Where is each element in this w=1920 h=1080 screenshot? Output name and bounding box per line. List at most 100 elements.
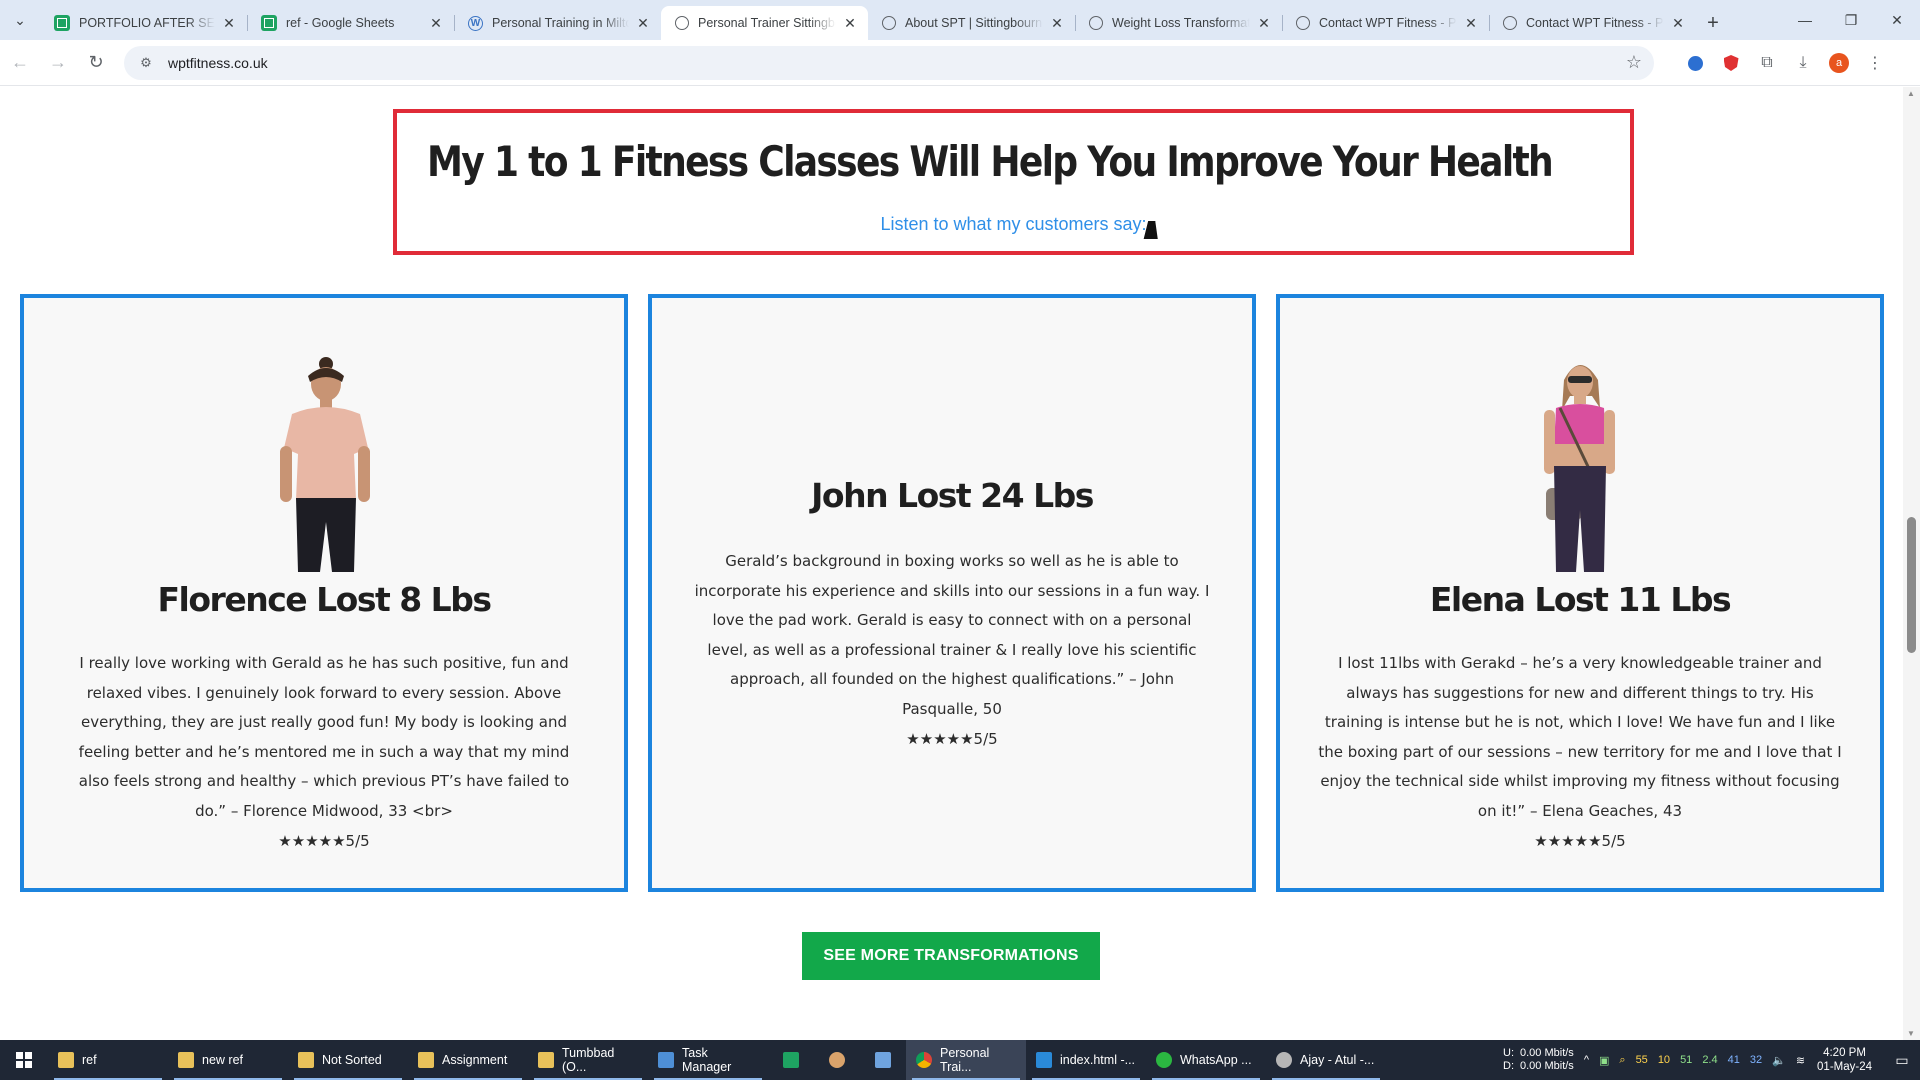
profile-button[interactable]: a <box>1824 48 1854 78</box>
new-tab-button[interactable]: + <box>1696 6 1730 40</box>
wifi-icon[interactable]: ≋ <box>1796 1054 1805 1067</box>
close-icon[interactable]: ✕ <box>635 15 651 32</box>
page-scrollbar[interactable]: ▲ ▼ <box>1903 87 1920 1040</box>
net-download-label: D: <box>1503 1060 1514 1072</box>
plus-icon: + <box>1707 11 1719 34</box>
headline-section: My 1 to 1 Fitness Classes Will Help You … <box>393 109 1634 255</box>
close-icon[interactable]: ✕ <box>1049 15 1065 32</box>
reload-button[interactable]: ↻ <box>78 45 114 81</box>
close-icon[interactable]: ✕ <box>1256 15 1272 32</box>
site-settings-icon[interactable]: ⚙ <box>138 55 154 71</box>
taskbar-item[interactable]: Tumbbad (O... <box>528 1040 648 1080</box>
taskbar-item-active[interactable]: Personal Trai... <box>906 1040 1026 1080</box>
extension-icon <box>1687 55 1703 71</box>
downloads-button[interactable]: ⤓ <box>1788 48 1818 78</box>
tab-title: Personal Trainer Sittingbourne <box>698 16 836 30</box>
extensions-button[interactable]: ⧉ <box>1752 48 1782 78</box>
testimonial-title: John Lost 24 Lbs <box>811 476 1094 515</box>
close-window-button[interactable]: ✕ <box>1874 0 1920 40</box>
network-speed: U: D: 0.00 Mbit/s 0.00 Mbit/s <box>1503 1047 1574 1073</box>
extension-button[interactable] <box>1716 48 1746 78</box>
net-upload-label: U: <box>1503 1047 1514 1059</box>
url-text[interactable]: wptfitness.co.uk <box>168 55 1654 71</box>
tab-title: Contact WPT Fitness - Personal <box>1526 16 1664 30</box>
tray-app-icon[interactable]: ▣ <box>1599 1054 1609 1067</box>
taskbar-item[interactable]: Task Manager <box>648 1040 768 1080</box>
chevron-up-icon[interactable]: ^ <box>1584 1054 1589 1066</box>
taskbar: ref new ref Not Sorted Assignment Tumbba… <box>0 1040 1920 1080</box>
close-icon[interactable]: ✕ <box>221 15 237 32</box>
tab[interactable]: Contact WPT Fitness - Personal ✕ <box>1282 6 1489 40</box>
taskbar-item-label: Assignment <box>442 1053 508 1067</box>
taskbar-item-label: Tumbbad (O... <box>562 1046 615 1074</box>
bookmark-star-icon[interactable]: ☆ <box>1626 52 1642 73</box>
folder-icon <box>58 1052 74 1068</box>
task-manager-icon <box>658 1052 674 1068</box>
tab[interactable]: Weight Loss Transformations ✕ <box>1075 6 1282 40</box>
taskbar-item[interactable]: Not Sorted <box>288 1040 408 1080</box>
taskbar-item-label: index.html -... <box>1060 1053 1136 1067</box>
tab[interactable]: PORTFOLIO AFTER SELLING ✕ <box>40 6 247 40</box>
tab[interactable]: About SPT | Sittingbourne ✕ <box>868 6 1075 40</box>
tab-active[interactable]: Personal Trainer Sittingbourne ✕ <box>661 6 868 40</box>
testimonial-quote: I really love working with Gerald as he … <box>78 654 570 820</box>
search-icon[interactable]: ⌕ <box>1619 1054 1625 1067</box>
close-icon: ✕ <box>1891 11 1903 28</box>
scroll-up-icon[interactable]: ▲ <box>1907 89 1915 98</box>
globe-icon <box>1089 16 1103 30</box>
taskbar-item[interactable]: Assignment <box>408 1040 528 1080</box>
testimonial-card: Florence Lost 8 Lbs I really love workin… <box>20 294 628 892</box>
minimize-icon: — <box>1798 12 1812 28</box>
star-rating: ★★★★★5/5 <box>278 831 370 850</box>
scroll-down-icon[interactable]: ▼ <box>1907 1029 1915 1038</box>
taskbar-item[interactable]: Ajay - Atul -... <box>1266 1040 1386 1080</box>
customer-photo <box>280 357 370 572</box>
see-more-transformations-button[interactable]: SEE MORE TRANSFORMATIONS <box>802 932 1100 980</box>
tray-value: 10 <box>1657 1054 1671 1066</box>
testimonial-card: John Lost 24 Lbs Gerald’s background in … <box>648 294 1256 892</box>
start-button[interactable] <box>0 1040 48 1080</box>
tab[interactable]: ref - Google Sheets ✕ <box>247 6 454 40</box>
taskbar-item[interactable]: index.html -... <box>1026 1040 1146 1080</box>
taskbar-item[interactable] <box>860 1040 906 1080</box>
folder-icon <box>538 1052 554 1068</box>
whatsapp-icon <box>1156 1052 1172 1068</box>
taskbar-item[interactable]: WhatsApp ... <box>1146 1040 1266 1080</box>
restore-button[interactable]: ❐ <box>1828 0 1874 40</box>
tab[interactable]: Contact WPT Fitness - Personal ✕ <box>1489 6 1696 40</box>
arrow-right-icon: → <box>49 52 67 72</box>
forward-button[interactable]: → <box>40 45 76 81</box>
taskbar-item[interactable] <box>768 1040 814 1080</box>
windows-icon <box>16 1052 32 1068</box>
taskbar-item[interactable]: new ref <box>168 1040 288 1080</box>
testimonial-text: Gerald’s background in boxing works so w… <box>690 547 1214 754</box>
testimonial-title: Elena Lost 11 Lbs <box>1429 580 1732 619</box>
taskbar-item[interactable]: ref <box>48 1040 168 1080</box>
tab-title: Weight Loss Transformations <box>1112 16 1250 30</box>
minimize-button[interactable]: — <box>1782 0 1828 40</box>
taskbar-item[interactable] <box>814 1040 860 1080</box>
shield-icon <box>1723 55 1739 71</box>
volume-icon[interactable]: 🔈 <box>1772 1054 1786 1067</box>
scrollbar-thumb[interactable] <box>1907 517 1916 653</box>
address-bar[interactable]: ⚙ wptfitness.co.uk ☆ <box>124 46 1654 80</box>
close-icon[interactable]: ✕ <box>1670 15 1686 32</box>
close-icon[interactable]: ✕ <box>428 15 444 32</box>
tab-title: ref - Google Sheets <box>286 16 395 30</box>
restore-icon: ❐ <box>1844 11 1858 28</box>
clock[interactable]: 4:20 PM 01-May-24 <box>1817 1046 1872 1074</box>
extension-button[interactable] <box>1680 48 1710 78</box>
tab-search-button[interactable]: ⌄ <box>0 0 40 40</box>
folder-icon <box>178 1052 194 1068</box>
notifications-button[interactable]: ▭ <box>1884 1040 1920 1080</box>
tab[interactable]: W Personal Training in Milton ✕ <box>454 6 661 40</box>
close-icon[interactable]: ✕ <box>1463 15 1479 32</box>
back-button[interactable]: ← <box>2 45 38 81</box>
menu-button[interactable]: ⋮ <box>1860 48 1890 78</box>
testimonial-card: Elena Lost 11 Lbs I lost 11lbs with Gera… <box>1276 294 1884 892</box>
folder-icon <box>298 1052 314 1068</box>
tray-value: 55 <box>1635 1054 1648 1066</box>
close-icon[interactable]: ✕ <box>842 15 858 32</box>
globe-icon <box>882 16 896 30</box>
wordpress-icon: W <box>468 15 483 31</box>
